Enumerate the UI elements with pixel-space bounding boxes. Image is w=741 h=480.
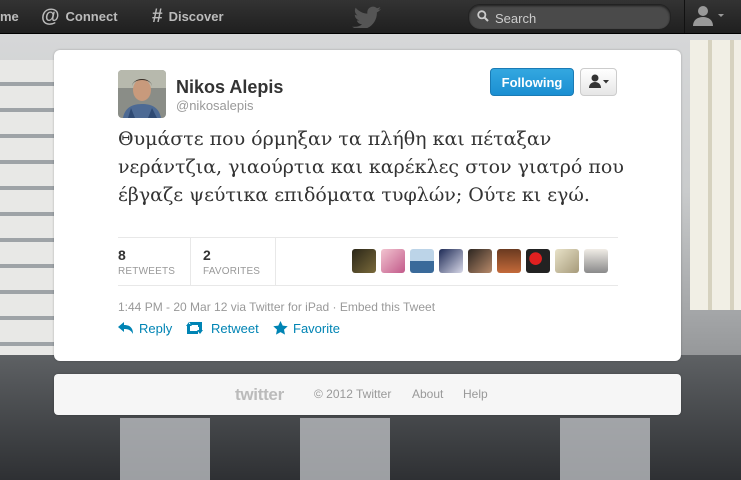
- stat-divider: [190, 238, 191, 285]
- favorite-label: Favorite: [293, 320, 340, 336]
- search-box[interactable]: [468, 4, 671, 30]
- reply-action[interactable]: Reply: [118, 319, 172, 337]
- tweet-card: Nikos Alepis @nikosalepis Following Θυμά…: [54, 50, 681, 361]
- tweet-text: Θυμάστε που όρμηξαν τα πλήθη και πέταξαν…: [118, 128, 624, 206]
- favoriter-avatar[interactable]: [381, 249, 405, 273]
- retweets-label: RETWEETS: [118, 266, 176, 277]
- about-link[interactable]: About: [412, 387, 443, 401]
- tweet-meta: 1:44 PM - 20 Mar 12 via Twitter for iPad…: [118, 300, 436, 314]
- topbar-divider: [684, 0, 685, 33]
- favorite-action[interactable]: Favorite: [273, 319, 340, 337]
- copyright-text: © 2012 Twitter: [314, 387, 392, 401]
- user-menu-icon[interactable]: [690, 4, 730, 28]
- retweet-action[interactable]: Retweet: [186, 319, 259, 337]
- search-input[interactable]: [493, 8, 667, 28]
- at-icon: @: [41, 5, 60, 27]
- top-navigation-bar: me @ Connect # Discover: [0, 0, 741, 34]
- favoriter-avatar[interactable]: [555, 249, 579, 273]
- avatar[interactable]: [118, 70, 166, 118]
- user-actions-dropdown[interactable]: [580, 68, 617, 96]
- nav-discover[interactable]: # Discover: [152, 0, 224, 33]
- tweet-stats: 8 RETWEETS 2 FAVORITES: [118, 237, 618, 286]
- twitter-bird-icon[interactable]: [352, 6, 382, 28]
- stat-divider: [275, 238, 276, 285]
- star-icon: [273, 321, 288, 335]
- favoriter-avatar[interactable]: [584, 249, 608, 273]
- nav-home-label: me: [0, 9, 19, 24]
- retweet-icon: [186, 322, 203, 334]
- favorites-count: 2: [203, 247, 211, 263]
- user-dropdown-icon: [589, 74, 609, 88]
- favoriter-avatar[interactable]: [526, 249, 550, 273]
- favoriter-avatar[interactable]: [410, 249, 434, 273]
- nav-connect[interactable]: @ Connect: [41, 0, 118, 33]
- nav-connect-label: Connect: [65, 9, 118, 24]
- author-username[interactable]: @nikosalepis: [176, 98, 254, 113]
- reply-icon: [118, 322, 133, 334]
- author-fullname[interactable]: Nikos Alepis: [176, 77, 283, 98]
- twitter-logo[interactable]: twitter: [235, 385, 284, 405]
- favoriter-avatar[interactable]: [497, 249, 521, 273]
- favoriter-avatar[interactable]: [468, 249, 492, 273]
- search-icon: [477, 10, 489, 22]
- nav-home[interactable]: me: [0, 0, 19, 33]
- favoriter-avatar[interactable]: [439, 249, 463, 273]
- hash-icon: #: [152, 5, 163, 27]
- page-footer: twitter © 2012 Twitter About Help: [54, 374, 681, 415]
- favoriter-avatar[interactable]: [352, 249, 376, 273]
- reply-label: Reply: [139, 320, 173, 336]
- retweet-label: Retweet: [211, 320, 259, 336]
- favorites-label: FAVORITES: [203, 266, 261, 277]
- retweets-count: 8: [118, 247, 126, 263]
- help-link[interactable]: Help: [463, 387, 488, 401]
- following-button[interactable]: Following: [490, 68, 574, 96]
- nav-discover-label: Discover: [168, 9, 224, 24]
